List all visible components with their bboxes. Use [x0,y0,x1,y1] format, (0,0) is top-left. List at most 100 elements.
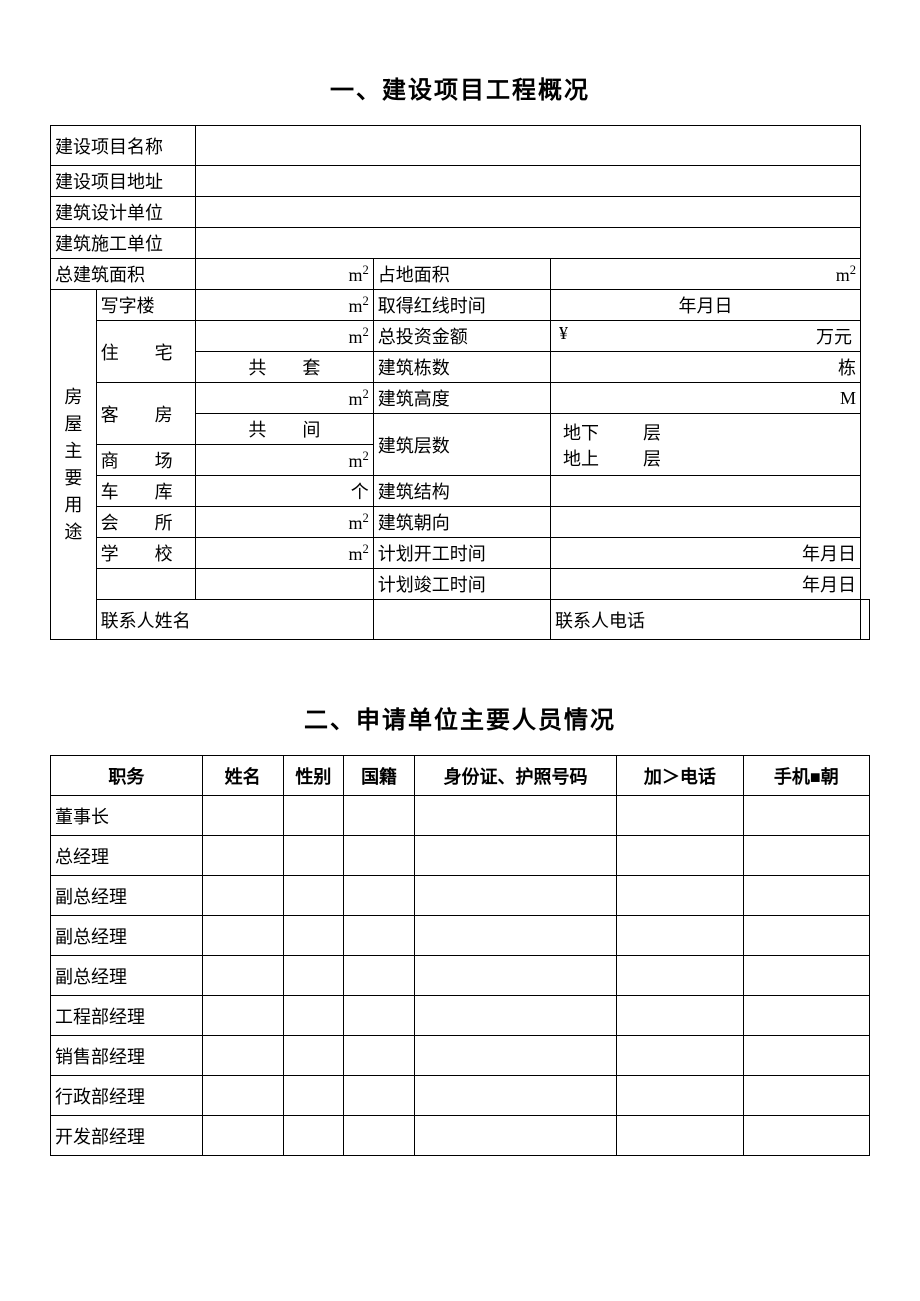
data-cell[interactable] [743,1116,869,1156]
cell-construct-unit[interactable] [195,228,860,259]
data-cell[interactable] [743,916,869,956]
data-cell[interactable] [617,1036,743,1076]
data-cell[interactable] [743,836,869,876]
label-residence: 住 宅 [96,321,195,383]
data-cell[interactable] [202,1036,283,1076]
label-guestroom: 客 房 [96,383,195,445]
cell-building-count[interactable]: 栋 [550,352,860,383]
data-cell[interactable] [743,956,869,996]
data-cell[interactable] [283,1076,344,1116]
data-cell[interactable] [743,796,869,836]
data-cell[interactable] [202,836,283,876]
data-cell[interactable] [202,1076,283,1116]
cell-total-area[interactable]: m2 [195,259,373,290]
data-cell[interactable] [617,956,743,996]
label-plan-end: 计划竣工时间 [373,569,550,600]
cell-plan-end[interactable]: 年月日 [550,569,860,600]
cell-plan-start[interactable]: 年月日 [550,538,860,569]
cell-land-area[interactable]: m2 [550,259,860,290]
data-cell[interactable] [202,996,283,1036]
data-cell[interactable] [202,796,283,836]
label-project-addr: 建设项目地址 [51,166,196,197]
data-cell[interactable] [344,916,415,956]
cell-project-addr[interactable] [195,166,860,197]
data-cell[interactable] [283,836,344,876]
cell-contact-name[interactable] [373,600,550,640]
label-plan-start: 计划开工时间 [373,538,550,569]
label-total-area: 总建筑面积 [51,259,196,290]
cell-residence-sets[interactable]: 共 套 [195,352,373,383]
data-cell[interactable] [344,956,415,996]
data-cell[interactable] [283,876,344,916]
cell-club[interactable]: m2 [195,507,373,538]
position-cell: 副总经理 [51,876,203,916]
data-cell[interactable] [283,916,344,956]
table-row: 董事长 [51,796,870,836]
cell-contact-phone[interactable] [861,600,870,640]
cell-guestroom-rooms[interactable]: 共 间 [195,414,373,445]
data-cell[interactable] [743,996,869,1036]
data-cell[interactable] [414,916,616,956]
cell-project-name[interactable] [195,126,860,166]
data-cell[interactable] [283,796,344,836]
data-cell[interactable] [743,876,869,916]
cell-invest[interactable]: ¥万元 [550,321,860,352]
data-cell[interactable] [414,796,616,836]
cell-residence-area[interactable]: m2 [195,321,373,352]
table-row: 副总经理 [51,916,870,956]
data-cell[interactable] [743,1076,869,1116]
data-cell[interactable] [344,796,415,836]
data-cell[interactable] [617,1076,743,1116]
data-cell[interactable] [743,1036,869,1076]
data-cell[interactable] [202,1116,283,1156]
hdr-gender: 性别 [283,756,344,796]
data-cell[interactable] [202,916,283,956]
cell-building-floors[interactable]: 地下层 地上层 [550,414,860,476]
hdr-phone: 加＞电话 [617,756,743,796]
data-cell[interactable] [344,1116,415,1156]
data-cell[interactable] [344,876,415,916]
data-cell[interactable] [283,996,344,1036]
cell-mall[interactable]: m2 [195,445,373,476]
data-cell[interactable] [283,1116,344,1156]
data-cell[interactable] [414,836,616,876]
cell-redline[interactable]: 年月日 [550,290,860,321]
label-main-use: 房屋主要用途 [51,290,97,640]
position-cell: 董事长 [51,796,203,836]
cell-garage[interactable]: 个 [195,476,373,507]
data-cell[interactable] [414,1036,616,1076]
cell-school[interactable]: m2 [195,538,373,569]
label-mall: 商 场 [96,445,195,476]
cell-building-height[interactable]: M [550,383,860,414]
data-cell[interactable] [344,836,415,876]
data-cell[interactable] [344,1036,415,1076]
table-row: 行政部经理 [51,1076,870,1116]
data-cell[interactable] [617,916,743,956]
cell-guestroom-area[interactable]: m2 [195,383,373,414]
data-cell[interactable] [617,796,743,836]
cell-building-orient[interactable] [550,507,860,538]
cell-blank[interactable] [195,569,373,600]
table-row: 工程部经理 [51,996,870,1036]
data-cell[interactable] [617,996,743,1036]
label-contact-phone: 联系人电话 [550,600,860,640]
cell-office[interactable]: m2 [195,290,373,321]
label-land-area: 占地面积 [373,259,550,290]
label-club: 会 所 [96,507,195,538]
data-cell[interactable] [617,1116,743,1156]
cell-design-unit[interactable] [195,197,860,228]
data-cell[interactable] [414,876,616,916]
data-cell[interactable] [414,1076,616,1116]
data-cell[interactable] [414,996,616,1036]
data-cell[interactable] [202,876,283,916]
data-cell[interactable] [344,996,415,1036]
data-cell[interactable] [617,876,743,916]
data-cell[interactable] [344,1076,415,1116]
data-cell[interactable] [617,836,743,876]
data-cell[interactable] [414,956,616,996]
data-cell[interactable] [283,1036,344,1076]
cell-building-struct[interactable] [550,476,860,507]
data-cell[interactable] [414,1116,616,1156]
data-cell[interactable] [283,956,344,996]
data-cell[interactable] [202,956,283,996]
